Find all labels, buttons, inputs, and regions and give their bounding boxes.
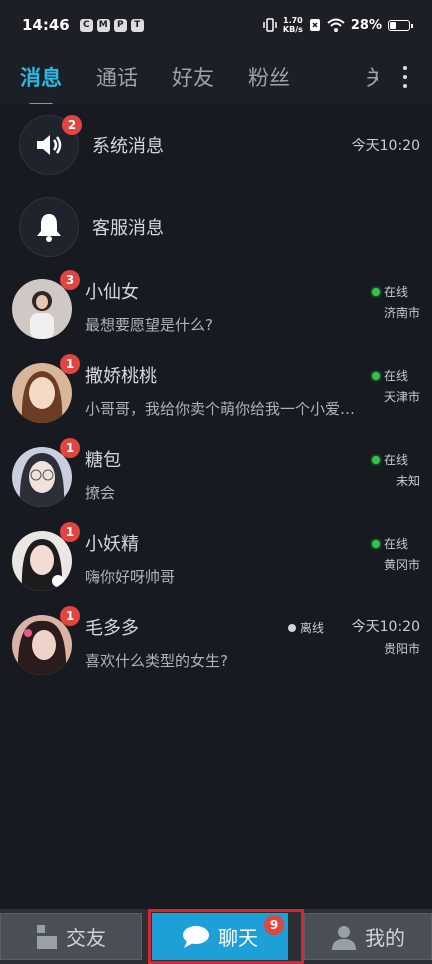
- chat-bubble-icon: [183, 925, 209, 948]
- last-message: 喜欢什么类型的女生?: [85, 652, 228, 670]
- nav-label: 交友: [66, 926, 106, 950]
- nav-label: 我的: [365, 926, 405, 950]
- system-messages-row[interactable]: 2 系统消息 今天10:20: [0, 104, 432, 186]
- status-bar: 14:46 C M P T 1.70 KB/s 28%: [0, 0, 432, 50]
- chat-item[interactable]: 1 糖包 撩会 在线 未知: [0, 438, 432, 528]
- chat-item[interactable]: 1 毛多多 喜欢什么类型的女生? 离线 今天10:20 贵阳市: [0, 606, 432, 696]
- online-dot-icon: [371, 287, 380, 296]
- contact-name: 糖包: [85, 450, 121, 471]
- system-messages-title: 系统消息: [92, 136, 164, 157]
- contact-name: 撒娇桃桃: [85, 366, 157, 387]
- more-options-icon[interactable]: [402, 66, 408, 88]
- tab-messages[interactable]: 消息: [20, 62, 62, 106]
- presence-status: 在线: [371, 283, 408, 300]
- tab-fans[interactable]: 粉丝: [248, 62, 290, 92]
- vibrate-icon: [263, 18, 277, 32]
- contact-city: 未知: [395, 474, 420, 488]
- grid-icon: [37, 924, 57, 949]
- app-notification-icon: T: [130, 18, 144, 32]
- nav-me[interactable]: 我的: [304, 913, 432, 960]
- presence-status: 离线: [287, 619, 324, 636]
- tab-overflow[interactable]: 关: [366, 50, 378, 104]
- online-dot-icon: [371, 455, 380, 464]
- contact-name: 小仙女: [85, 282, 139, 303]
- last-message-time: 今天10:20: [351, 619, 420, 635]
- nav-chat[interactable]: 聊天 9: [152, 913, 288, 960]
- presence-status: 在线: [371, 367, 408, 384]
- contact-name: 小妖精: [85, 534, 139, 555]
- online-dot-icon: [371, 371, 380, 380]
- contact-city: 黄冈市: [383, 558, 420, 572]
- bell-icon: [19, 197, 79, 257]
- unread-badge: 3: [60, 270, 80, 290]
- last-message: 最想要愿望是什么?: [85, 316, 213, 334]
- chat-item[interactable]: 3 小仙女 最想要愿望是什么? 在线 济南市: [0, 270, 432, 360]
- top-tab-bar: 消息 通话 好友 粉丝 关: [0, 50, 432, 106]
- unread-badge: 2: [62, 115, 82, 135]
- person-icon: [332, 925, 356, 950]
- last-message: 嗨你好呀帅哥: [85, 568, 176, 586]
- presence-status: 在线: [371, 535, 408, 552]
- chat-item[interactable]: 1 撒娇桃桃 小哥哥，我给你卖个萌你给我一个小爱心吧 在线 天津市: [0, 354, 432, 444]
- unread-badge: 9: [264, 915, 284, 935]
- nav-label: 聊天: [218, 926, 258, 950]
- offline-dot-icon: [287, 623, 296, 632]
- wifi-icon: [327, 18, 345, 32]
- unread-badge: 1: [60, 606, 80, 626]
- contact-name: 毛多多: [85, 618, 139, 639]
- notification-icons: C M P T: [79, 18, 144, 32]
- unread-badge: 1: [60, 438, 80, 458]
- app-notification-icon: P: [113, 18, 127, 32]
- online-dot-icon: [371, 539, 380, 548]
- battery-percent: 28%: [350, 17, 382, 33]
- app-notification-icon: M: [96, 18, 110, 32]
- tab-friends[interactable]: 好友: [172, 62, 214, 92]
- unread-badge: 1: [60, 354, 80, 374]
- no-sim-icon: [309, 19, 320, 31]
- unread-badge: 1: [60, 522, 80, 542]
- tab-calls[interactable]: 通话: [96, 62, 138, 92]
- contact-city: 贵阳市: [383, 642, 420, 656]
- presence-status: 在线: [371, 451, 408, 468]
- system-messages-time: 今天10:20: [351, 138, 420, 154]
- last-message: 撩会: [85, 484, 116, 502]
- customer-service-row[interactable]: 客服消息: [0, 186, 432, 268]
- contact-city: 济南市: [383, 306, 420, 320]
- status-time: 14:46: [22, 16, 70, 34]
- battery-icon: [388, 19, 413, 31]
- customer-service-title: 客服消息: [92, 218, 164, 239]
- last-message: 小哥哥，我给你卖个萌你给我一个小爱心吧: [85, 400, 365, 418]
- nav-make-friends[interactable]: 交友: [0, 913, 142, 960]
- network-speed: 1.70 KB/s: [282, 16, 303, 34]
- bottom-nav: 交友 聊天 9 我的: [0, 909, 432, 964]
- contact-city: 天津市: [383, 390, 420, 404]
- message-list: 2 系统消息 今天10:20 客服消息 3 小仙女 最想要愿望是什么? 在线 济…: [0, 104, 432, 909]
- chat-item[interactable]: 1 小妖精 嗨你好呀帅哥 在线 黄冈市: [0, 522, 432, 612]
- app-notification-icon: C: [79, 18, 93, 32]
